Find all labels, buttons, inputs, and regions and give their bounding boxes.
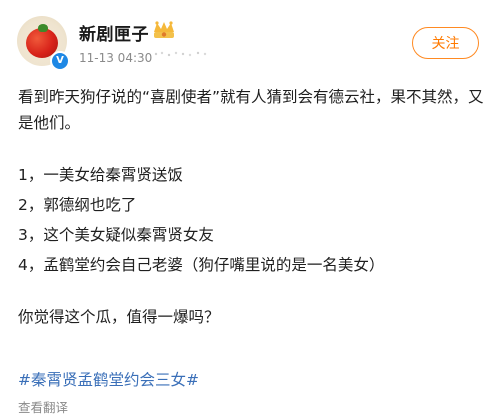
username[interactable]: 新剧匣子 [79,20,149,45]
translate-link[interactable]: 查看翻译 [18,397,68,416]
redacted-source [154,51,207,57]
post-intro: 看到昨天狗仔说的“喜剧使者”就有人猜到会有德云社，果不其然，又是他们。 [18,88,484,132]
list-item: 2，郭德纲也吃了 [18,196,137,214]
post-question: 你觉得这个瓜，值得一爆吗？ [18,308,220,326]
follow-button[interactable]: 关注 [412,27,479,59]
list-item: 3，这个美女疑似秦霄贤女友 [18,226,214,244]
list-item: 4，孟鹤堂约会自己老婆（狗仔嘴里说的是一名美女） [18,256,385,274]
hashtag-link[interactable]: #秦霄贤孟鹤堂约会三女# [18,368,199,390]
post-content: 看到昨天狗仔说的“喜剧使者”就有人猜到会有德云社，果不其然，又是他们。 1，一美… [18,84,488,330]
verified-icon: V [50,51,70,71]
post-time: 11-13 04:30 [79,51,153,65]
tomato-leaf [38,24,48,32]
crown-icon [154,21,174,38]
list-item: 1，一美女给秦霄贤送饭 [18,166,183,184]
